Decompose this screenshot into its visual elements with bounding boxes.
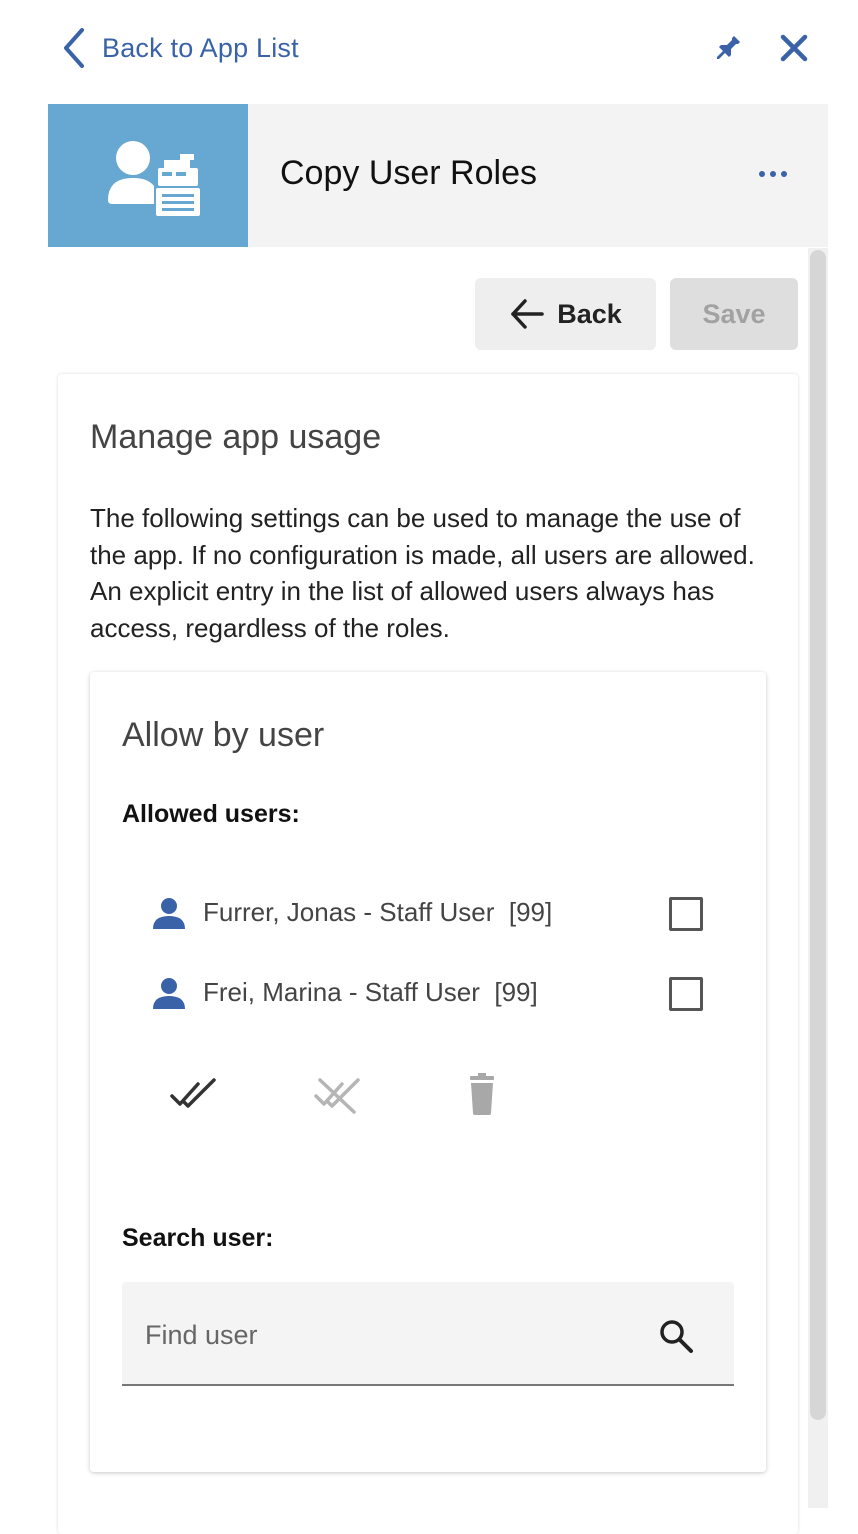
- save-button[interactable]: Save: [670, 278, 798, 350]
- search-input[interactable]: [143, 1314, 627, 1356]
- chevron-left-icon: [64, 28, 84, 68]
- save-button-label: Save: [702, 298, 766, 329]
- card-title: Manage app usage: [90, 418, 382, 456]
- user-icon: [153, 978, 185, 1009]
- scrollbar-thumb[interactable]: [810, 250, 826, 1420]
- search-user-label: Search user:: [122, 1224, 274, 1252]
- list-item: Frei, Marina - Staff User [99]: [152, 974, 712, 1014]
- user-name: Furrer, Jonas - Staff User [99]: [203, 897, 553, 927]
- top-bar: Back to App List: [0, 0, 858, 100]
- user-printer-icon: [108, 141, 200, 216]
- user-checkbox[interactable]: [669, 977, 703, 1011]
- app-header: Copy User Roles: [48, 104, 828, 247]
- search-field: [122, 1282, 734, 1386]
- back-to-app-list-link[interactable]: Back to App List: [60, 26, 299, 70]
- list-item: Furrer, Jonas - Staff User [99]: [152, 894, 712, 934]
- back-button[interactable]: Back: [475, 278, 656, 350]
- app-tile: [48, 104, 248, 247]
- user-icon: [153, 898, 185, 929]
- panel-title: Allow by user: [122, 716, 325, 754]
- allow-by-user-panel: Allow by user Allowed users: Furrer, Jon…: [90, 672, 766, 1472]
- manage-app-usage-card: Manage app usage The following settings …: [58, 374, 798, 1534]
- trash-icon[interactable]: [456, 1072, 508, 1116]
- check-all-icon[interactable]: [168, 1072, 220, 1116]
- back-button-label: Back: [557, 298, 622, 329]
- arrow-left-icon: [511, 299, 544, 329]
- back-to-app-list-label: Back to App List: [102, 32, 299, 63]
- user-checkbox[interactable]: [669, 897, 703, 931]
- user-name: Frei, Marina - Staff User [99]: [203, 977, 538, 1007]
- scrollbar[interactable]: [808, 248, 828, 1508]
- pin-icon[interactable]: [710, 32, 744, 66]
- uncheck-all-icon[interactable]: [312, 1072, 364, 1116]
- allowed-users-label: Allowed users:: [122, 800, 300, 828]
- close-icon[interactable]: [778, 32, 810, 64]
- card-description: The following settings can be used to ma…: [90, 503, 755, 643]
- more-icon[interactable]: [758, 168, 788, 180]
- app-title: Copy User Roles: [280, 154, 537, 192]
- search-icon[interactable]: [658, 1318, 694, 1354]
